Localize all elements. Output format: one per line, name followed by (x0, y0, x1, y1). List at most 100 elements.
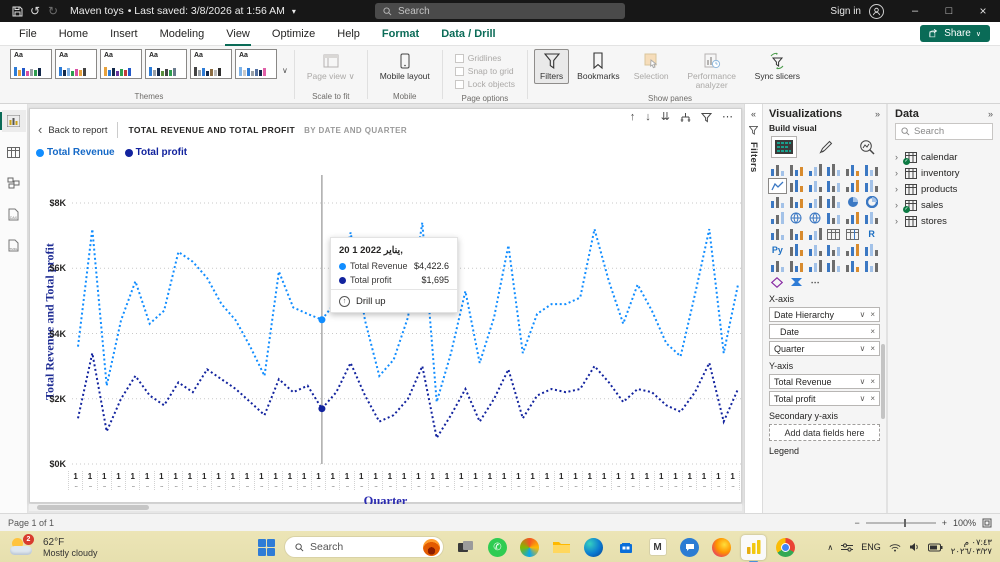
file-explorer-app-button[interactable] (549, 535, 574, 560)
arcgis-map-icon[interactable] (863, 259, 880, 273)
menu-tab-home[interactable]: Home (48, 22, 99, 46)
menu-tab-optimize[interactable]: Optimize (261, 22, 326, 46)
power-apps-icon[interactable] (769, 275, 786, 289)
r-script-visual-icon[interactable]: R (863, 227, 880, 241)
table-row-stores[interactable]: › stores (895, 213, 993, 229)
maximize-button[interactable]: □ (932, 0, 966, 22)
pane-scrollbar[interactable] (881, 344, 885, 419)
menu-tab-format[interactable]: Format (371, 22, 430, 46)
theme-thumbnail-5[interactable]: Aa (190, 49, 232, 79)
theme-thumbnail-3[interactable]: Aa (100, 49, 142, 79)
menu-tab-file[interactable]: File (8, 22, 48, 46)
menu-tab-data-drill[interactable]: Data / Drill (430, 22, 506, 46)
python-visual-icon[interactable]: Py (769, 243, 786, 257)
table-icon[interactable] (826, 227, 843, 241)
back-to-report-button[interactable]: ‹ Back to report (38, 123, 107, 136)
line-and-stacked-column-chart-icon[interactable] (844, 179, 861, 193)
text-slicer-icon[interactable] (826, 259, 843, 273)
go-to-next-level-icon[interactable]: ⇊ (661, 111, 670, 123)
metrics-icon[interactable] (863, 243, 880, 257)
field-total-profit[interactable]: Total profit ∨ × (769, 391, 880, 406)
expand-chevron-icon[interactable]: › (895, 152, 901, 162)
area-chart-icon[interactable] (788, 179, 805, 193)
language-indicator[interactable]: ENG (861, 542, 881, 552)
horizontal-scrollbar[interactable] (29, 504, 742, 511)
field-chevron-icon[interactable]: ∨ (859, 310, 865, 319)
wifi-icon[interactable] (889, 543, 901, 552)
minimize-button[interactable]: – (898, 0, 932, 22)
field-chevron-icon[interactable]: ∨ (859, 344, 865, 353)
slicer-icon[interactable] (788, 259, 805, 273)
titlebar-search-input[interactable]: Search (375, 3, 625, 19)
gauge-icon[interactable] (826, 211, 843, 225)
theme-thumbnail-2[interactable]: Aa (55, 49, 97, 79)
tile-slicer-icon[interactable] (807, 259, 824, 273)
table-view-button[interactable] (2, 141, 26, 163)
treemap-icon[interactable] (769, 211, 786, 225)
field-remove-icon[interactable]: × (870, 344, 875, 353)
drill-up-action[interactable]: ↑ Drill up (339, 290, 449, 307)
line-chart-icon[interactable] (768, 178, 787, 194)
sync-slicers-pane-button[interactable]: Sync slicers (749, 49, 806, 84)
card-icon[interactable] (863, 211, 880, 225)
matrix-icon[interactable] (844, 227, 861, 241)
power-bi-report-icon[interactable] (769, 259, 786, 273)
ribbon-chart-icon[interactable] (769, 195, 786, 209)
stacked-bar-chart-icon[interactable] (769, 163, 786, 177)
scrollbar-thumb[interactable] (37, 505, 149, 510)
filled-map-icon[interactable] (807, 211, 824, 225)
drill-up-icon[interactable]: ↑ (630, 111, 636, 123)
paginated-report-icon[interactable] (844, 243, 861, 257)
clustered-bar-chart-icon[interactable] (807, 163, 824, 177)
power-bi-app-button[interactable] (741, 534, 766, 562)
legend-item-total-revenue[interactable]: Total Revenue (36, 147, 115, 158)
funnel-chart-icon[interactable] (807, 195, 824, 209)
format-visual-tab[interactable] (813, 136, 839, 158)
map-icon[interactable] (788, 211, 805, 225)
more-options-icon[interactable]: ⋯ (722, 111, 733, 123)
menu-tab-insert[interactable]: Insert (99, 22, 149, 46)
collapse-data-pane-icon[interactable]: » (988, 109, 993, 119)
stacked-area-chart-icon[interactable] (807, 179, 824, 193)
field-date[interactable]: Date × (769, 324, 880, 339)
zoom-out-button[interactable]: − (854, 518, 859, 528)
expand-chevron-icon[interactable]: › (895, 216, 901, 226)
chat-app-button[interactable] (677, 535, 702, 560)
menu-tab-help[interactable]: Help (326, 22, 371, 46)
100-stacked-column-chart-icon[interactable] (863, 163, 880, 177)
microsoft-store-app-button[interactable] (613, 535, 638, 560)
field-date-hierarchy[interactable]: Date Hierarchy ∨ × (769, 307, 880, 322)
kpi-icon[interactable] (844, 211, 861, 225)
sign-in-link[interactable]: Sign in (830, 6, 861, 17)
drill-down-icon[interactable]: ↓ (645, 111, 651, 123)
power-automate-icon[interactable] (788, 275, 805, 289)
table-row-calendar[interactable]: › ✓ calendar (895, 149, 993, 165)
field-placeholder[interactable]: Add data fields here (769, 424, 880, 441)
field-remove-icon[interactable]: × (870, 327, 875, 336)
field-remove-icon[interactable]: × (870, 310, 875, 319)
document-title[interactable]: Maven toys • Last saved: 3/8/2026 at 1:5… (70, 5, 296, 17)
firefox-app-button[interactable] (709, 535, 734, 560)
expand-chevron-icon[interactable]: › (895, 168, 901, 178)
expand-all-down-icon[interactable] (680, 112, 691, 123)
mobile-layout-button[interactable]: Mobile layout (374, 49, 436, 84)
image-icon[interactable] (844, 259, 861, 273)
collapse-pane-icon[interactable]: » (875, 109, 880, 119)
report-view-button[interactable] (0, 110, 26, 132)
100-stacked-area-chart-icon[interactable] (826, 179, 843, 193)
quick-settings-icon[interactable] (841, 542, 854, 552)
hidden-icons-button[interactable]: ∧ (827, 543, 833, 552)
more-options-icon[interactable]: ⋯ (807, 275, 824, 289)
share-button[interactable]: Share ∨ (920, 25, 990, 42)
tmdl-view-button[interactable]: TMDL (2, 234, 26, 256)
donut-chart-icon[interactable] (863, 195, 880, 209)
battery-icon[interactable] (927, 543, 943, 552)
filters-pane-collapsed[interactable]: « Filters (744, 104, 763, 513)
filter-icon[interactable] (701, 112, 712, 123)
pie-chart-icon[interactable] (844, 195, 861, 209)
line-and-clustered-column-chart-icon[interactable] (863, 179, 880, 193)
m365-app-button[interactable]: M (645, 535, 670, 560)
table-row-inventory[interactable]: › inventory (895, 165, 993, 181)
copilot-app-button[interactable] (517, 535, 542, 560)
waterfall-chart-icon[interactable] (788, 195, 805, 209)
